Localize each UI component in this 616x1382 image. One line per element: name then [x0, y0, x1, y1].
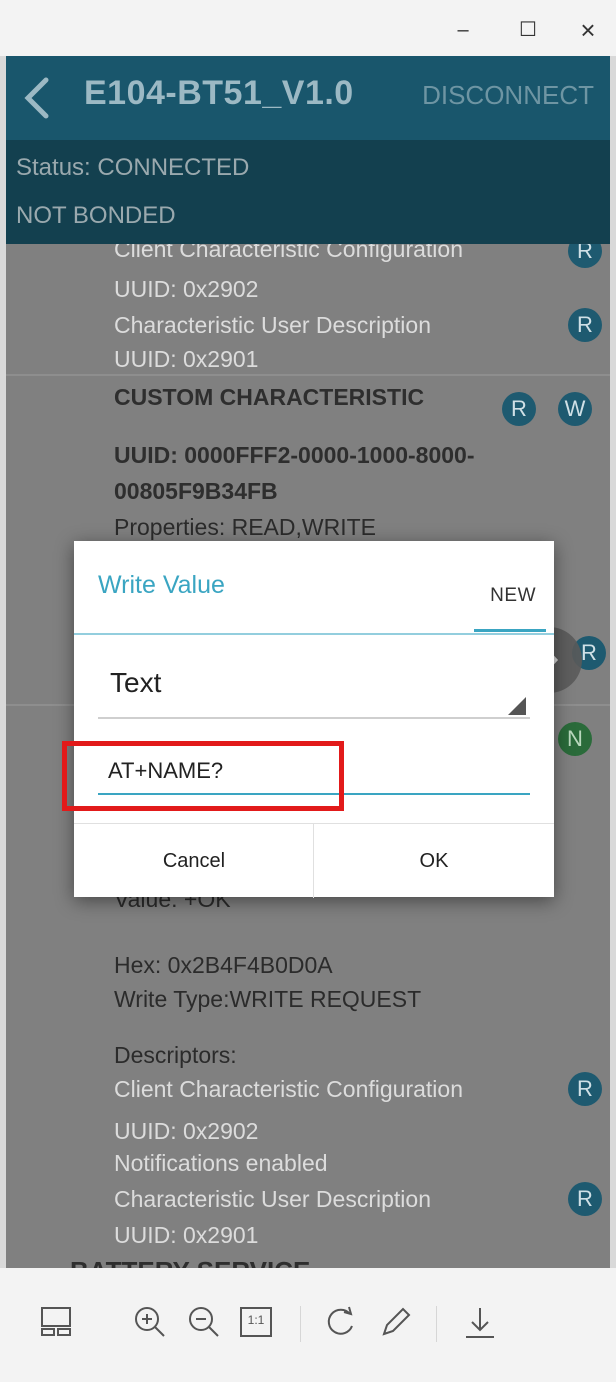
custom-uuid-line2: 00805F9B34FB	[114, 478, 278, 504]
notifications-status: Notifications enabled	[114, 1150, 328, 1176]
read-badge-cud[interactable]: R	[568, 1182, 602, 1216]
battery-service-heading: BATTERY SERVICE	[70, 1256, 310, 1268]
dialog-button-row: Cancel OK	[74, 823, 554, 898]
close-button[interactable]: ×	[570, 12, 606, 48]
maximize-icon: ☐	[519, 19, 537, 41]
ccc-label: Client Characteristic Configuration	[114, 1076, 463, 1102]
cud-label-top: Characteristic User Description	[114, 312, 431, 338]
format-select[interactable]: Text	[98, 659, 530, 719]
cancel-button[interactable]: Cancel	[74, 824, 314, 898]
dialog-title: Write Value	[98, 571, 225, 599]
download-icon	[466, 1308, 494, 1338]
dropdown-caret-icon	[508, 697, 526, 715]
disconnect-button[interactable]: DISCONNECT	[422, 80, 594, 111]
custom-characteristic-heading: CUSTOM CHARACTERISTIC	[114, 384, 425, 410]
uuid-2901-top: UUID: 0x2901	[114, 346, 259, 372]
read-badge-top[interactable]: R	[568, 244, 602, 268]
pencil-icon	[382, 1307, 411, 1336]
cud-label: Characteristic User Description	[114, 1186, 431, 1212]
back-button[interactable]	[20, 74, 56, 122]
format-selected-value: Text	[110, 667, 162, 698]
custom-uuid-line1: UUID: 0000FFF2-0000-1000-8000-	[114, 442, 475, 468]
read-badge-custom[interactable]: R	[502, 392, 536, 426]
bond-status: NOT BONDED	[16, 202, 176, 229]
gallery-icon	[41, 1307, 71, 1336]
download-button[interactable]	[462, 1304, 498, 1344]
minimize-button[interactable]: –	[445, 12, 481, 48]
section-divider	[6, 374, 610, 376]
back-arrow-icon	[24, 77, 49, 119]
ok-button[interactable]: OK	[314, 824, 554, 898]
uuid-2902-top: UUID: 0x2902	[114, 276, 259, 302]
uuid-2901: UUID: 0x2901	[114, 1222, 259, 1248]
actual-size-label: 1:1	[247, 1313, 265, 1327]
maximize-button[interactable]: ☐	[510, 12, 546, 48]
zoom-in-icon	[135, 1307, 165, 1337]
uuid-2902: UUID: 0x2902	[114, 1118, 259, 1144]
write-badge-custom[interactable]: W	[558, 392, 592, 426]
edit-button[interactable]	[378, 1304, 414, 1344]
status-bar: Status: CONNECTED NOT BONDED	[6, 140, 610, 244]
zoom-out-button[interactable]	[186, 1304, 222, 1344]
ccc-label-top: Client Characteristic Configuration	[114, 244, 463, 262]
custom-properties: Properties: READ,WRITE	[114, 514, 376, 540]
annotation-highlight-box	[62, 741, 344, 811]
notify-badge[interactable]: N	[558, 722, 592, 756]
close-icon: ×	[580, 15, 596, 45]
write-type: Write Type:WRITE REQUEST	[114, 986, 422, 1012]
read-badge-ccc[interactable]: R	[568, 1072, 602, 1106]
dialog-header-divider	[74, 633, 554, 635]
device-title: E104-BT51_V1.0	[84, 74, 354, 112]
viewer-toolbar: 1:1	[0, 1268, 616, 1382]
zoom-in-button[interactable]	[132, 1304, 168, 1344]
write-value-dialog: Write Value NEW Text Cancel OK	[62, 541, 554, 898]
app-bar: E104-BT51_V1.0 DISCONNECT	[6, 56, 610, 140]
tab-new[interactable]: NEW	[490, 585, 536, 607]
tab-new-indicator	[474, 629, 546, 632]
descriptors-label: Descriptors:	[114, 1042, 237, 1068]
toolbar-separator-2	[436, 1306, 437, 1342]
gallery-button[interactable]	[40, 1304, 76, 1344]
toolbar-separator	[300, 1306, 301, 1342]
actual-size-button[interactable]: 1:1	[238, 1304, 274, 1344]
window-titlebar: – ☐ ×	[0, 0, 616, 56]
zoom-out-icon	[189, 1307, 219, 1337]
rotate-icon	[327, 1306, 353, 1335]
connection-status: Status: CONNECTED	[16, 154, 250, 181]
minimize-icon: –	[457, 19, 469, 41]
read-badge-cud-top[interactable]: R	[568, 308, 602, 342]
hex-value: Hex: 0x2B4F4B0D0A	[114, 952, 333, 978]
rotate-button[interactable]	[322, 1304, 358, 1344]
